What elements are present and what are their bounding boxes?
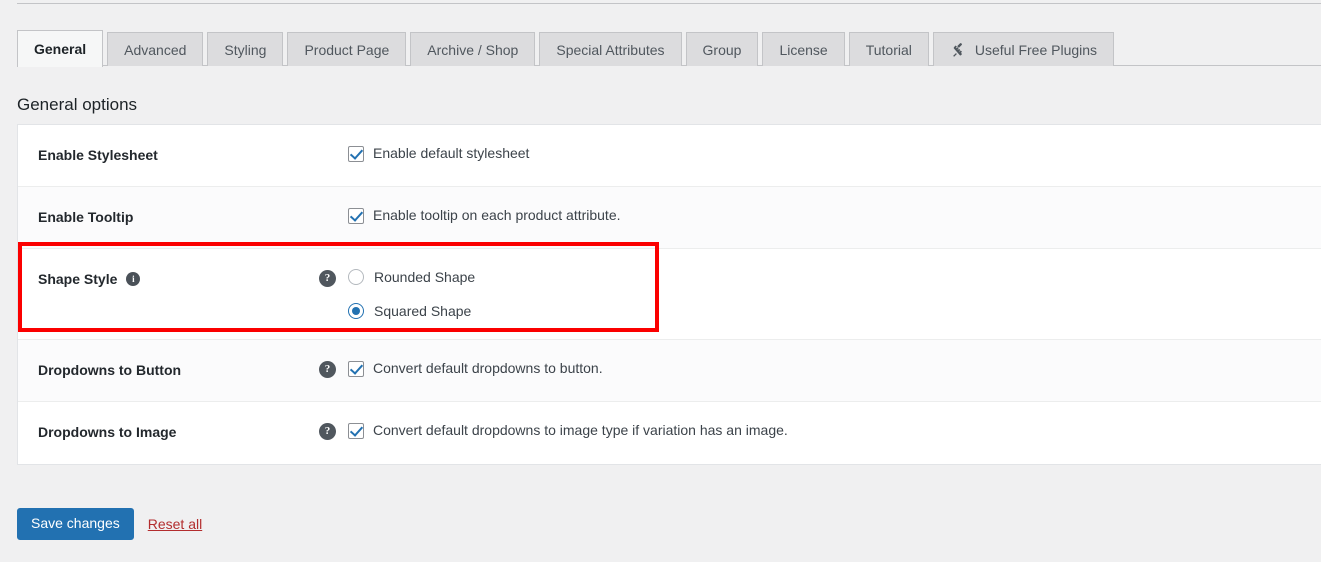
tab-archive-shop[interactable]: Archive / Shop xyxy=(410,32,536,66)
checkbox-input[interactable] xyxy=(348,146,364,162)
settings-row: Shape Style i? Rounded Shape Squared Shape xyxy=(18,249,1321,340)
tab-label: Tutorial xyxy=(865,41,912,58)
setting-label-cell: Shape Style i xyxy=(18,249,319,308)
setting-label: Shape Style xyxy=(38,271,118,287)
setting-label-cell: Dropdowns to Image xyxy=(18,402,319,461)
settings-row: Dropdowns to Image? Convert default dropd… xyxy=(18,401,1321,464)
settings-row: Enable Tooltip ?Enable tooltip on each pr… xyxy=(18,187,1321,249)
tab-group[interactable]: Group xyxy=(685,32,759,66)
save-changes-button[interactable]: Save changes xyxy=(17,508,134,541)
tab-license[interactable]: License xyxy=(762,32,845,66)
setting-field-cell: ?Enable tooltip on each product attribut… xyxy=(319,187,1321,243)
form-actions: Save changes Reset all xyxy=(17,508,202,541)
setting-label-cell: Enable Stylesheet xyxy=(18,125,319,184)
tab-tutorial[interactable]: Tutorial xyxy=(848,32,929,66)
tab-label: License xyxy=(779,41,828,58)
setting-label-cell: Dropdowns to Button xyxy=(18,340,319,399)
setting-label-cell: Enable Tooltip xyxy=(18,187,319,246)
setting-label: Dropdowns to Image xyxy=(38,423,177,440)
checkbox-option-label: Convert default dropdowns to image type … xyxy=(373,421,788,438)
tab-label: Group xyxy=(702,41,742,58)
checkbox-input[interactable] xyxy=(348,360,364,377)
setting-label: Enable Stylesheet xyxy=(38,147,158,163)
checkbox-option-label: Enable default stylesheet xyxy=(373,145,530,161)
setting-field-cell: ? Convert default dropdowns to image type… xyxy=(319,402,1321,458)
top-divider xyxy=(17,3,1321,4)
help-icon[interactable]: ? xyxy=(319,360,336,378)
tab-label: Product Page xyxy=(304,41,390,58)
tab-label: Special Attributes xyxy=(556,41,665,58)
tab-styling[interactable]: Styling xyxy=(207,32,284,66)
info-icon[interactable]: i xyxy=(126,272,141,287)
radio-option-label: Squared Shape xyxy=(374,302,472,319)
setting-field-cell: ?Enable default stylesheet xyxy=(319,125,1321,181)
tab-advanced[interactable]: Advanced xyxy=(107,32,204,66)
settings-row: Enable Stylesheet ?Enable default stylesh… xyxy=(18,125,1321,187)
checkbox-option-label: Enable tooltip on each product attribute… xyxy=(373,207,621,223)
setting-label: Dropdowns to Button xyxy=(38,361,182,378)
radio-input[interactable] xyxy=(348,303,364,320)
radio-option[interactable]: Squared Shape xyxy=(348,302,475,321)
tab-label: Useful Free Plugins xyxy=(974,41,1098,58)
checkbox-option[interactable]: Enable tooltip on each product attribute… xyxy=(348,206,621,225)
plug-icon xyxy=(950,41,968,59)
tab-label: Styling xyxy=(224,41,267,58)
tab-label: Advanced xyxy=(124,41,187,58)
tab-special-attributes[interactable]: Special Attributes xyxy=(539,32,682,66)
setting-field-cell: ? Convert default dropdowns to button. xyxy=(319,340,1321,396)
radio-option[interactable]: Rounded Shape xyxy=(348,268,475,287)
checkbox-option[interactable]: Enable default stylesheet xyxy=(348,144,529,163)
setting-label: Enable Tooltip xyxy=(38,209,134,225)
settings-row: Dropdowns to Button? Convert default drop… xyxy=(18,339,1321,402)
checkbox-option[interactable]: Convert default dropdowns to image type … xyxy=(348,421,788,440)
page-title: General options xyxy=(17,95,138,114)
checkbox-input[interactable] xyxy=(348,422,364,439)
settings-panel: Enable Stylesheet?Enable default stylesh… xyxy=(17,124,1321,465)
checkbox-option-label: Convert default dropdowns to button. xyxy=(373,359,603,376)
reset-all-link[interactable]: Reset all xyxy=(148,516,202,532)
radio-group: Rounded Shape Squared Shape xyxy=(348,268,475,321)
tab-general[interactable]: General xyxy=(17,30,104,67)
setting-field-cell: ? Rounded Shape Squared Shape xyxy=(319,249,1321,339)
tab-product-page[interactable]: Product Page xyxy=(287,32,407,66)
settings-tab-bar: General Advanced Styling Product Page Archiv… xyxy=(17,30,1321,67)
checkbox-option[interactable]: Convert default dropdowns to button. xyxy=(348,359,603,378)
checkbox-input[interactable] xyxy=(348,208,364,224)
radio-input[interactable] xyxy=(348,269,364,286)
help-icon[interactable]: ? xyxy=(319,422,336,440)
help-icon[interactable]: ? xyxy=(319,270,336,287)
tab-label: Archive / Shop xyxy=(427,41,519,58)
tab-useful-free-plugins[interactable]: Useful Free Plugins xyxy=(932,32,1115,66)
radio-option-label: Rounded Shape xyxy=(374,269,476,285)
tab-label: General xyxy=(34,41,87,57)
